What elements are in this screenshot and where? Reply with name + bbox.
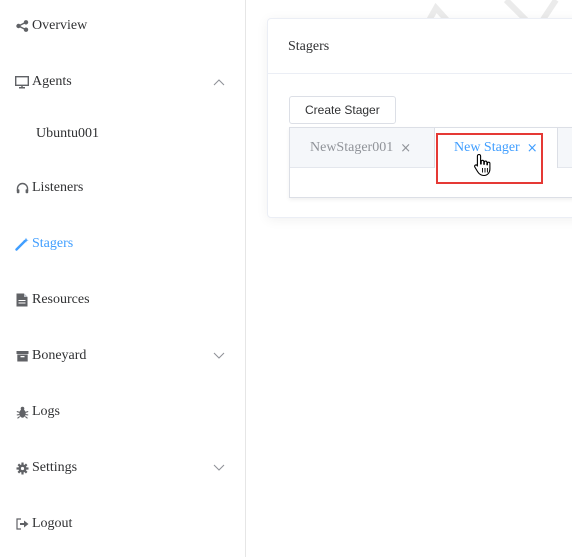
chevron-up-icon[interactable] xyxy=(213,78,225,86)
sidebar-subitem-ubuntu001[interactable]: Ubuntu001 xyxy=(0,114,245,154)
tab-newstager001[interactable]: NewStager001 × xyxy=(290,128,431,168)
stager-tabs: NewStager001 × New Stager × xyxy=(289,127,572,198)
sidebar-item-stagers[interactable]: Stagers xyxy=(0,224,245,264)
monitor-icon xyxy=(15,75,29,89)
tabs-header: NewStager001 × New Stager × xyxy=(290,128,572,168)
sidebar-item-listeners[interactable]: Listeners xyxy=(0,168,245,208)
app-root: Overview Agents Ubuntu001 Listeners Stag… xyxy=(0,0,572,557)
sidebar-item-label: Resources xyxy=(32,292,90,307)
sidebar-item-label: Settings xyxy=(32,460,78,475)
sidebar-item-settings[interactable]: Settings xyxy=(0,448,245,488)
sidebar-item-label: Stagers xyxy=(32,236,74,251)
tab-new-stager[interactable]: New Stager × xyxy=(434,128,558,168)
sidebar-item-agents[interactable]: Agents xyxy=(0,62,245,102)
tab-label: NewStager001 xyxy=(310,140,394,155)
create-stager-button[interactable]: Create Stager xyxy=(289,96,396,124)
sidebar: Overview Agents Ubuntu001 Listeners Stag… xyxy=(0,0,246,557)
page-title: Stagers xyxy=(288,39,330,54)
close-icon[interactable]: × xyxy=(527,141,538,156)
sidebar-item-label: Agents xyxy=(32,74,72,89)
sidebar-item-overview[interactable]: Overview xyxy=(0,6,245,46)
logout-icon xyxy=(15,517,29,531)
sidebar-item-label: Logs xyxy=(32,404,60,419)
sidebar-item-label: Ubuntu001 xyxy=(36,126,99,141)
chevron-down-icon[interactable] xyxy=(213,352,225,360)
hand-pointer-icon xyxy=(474,153,491,177)
bug-icon xyxy=(15,405,29,419)
sidebar-item-label: Logout xyxy=(32,516,73,531)
sidebar-item-boneyard[interactable]: Boneyard xyxy=(0,336,245,376)
sidebar-item-logout[interactable]: Logout xyxy=(0,504,245,544)
sidebar-item-label: Listeners xyxy=(32,180,84,195)
stagers-card: Stagers Create Stager NewStager001 × New… xyxy=(267,18,572,218)
box-icon xyxy=(15,349,29,363)
document-icon xyxy=(15,293,29,307)
gear-icon xyxy=(15,461,29,475)
close-icon[interactable]: × xyxy=(400,141,411,156)
share-icon xyxy=(15,19,29,33)
magic-wand-icon xyxy=(15,237,29,251)
chevron-down-icon[interactable] xyxy=(213,464,225,472)
card-header: Stagers xyxy=(268,19,572,74)
sidebar-item-logs[interactable]: Logs xyxy=(0,392,245,432)
sidebar-item-label: Boneyard xyxy=(32,348,87,363)
sidebar-item-label: Overview xyxy=(32,18,88,33)
headset-icon xyxy=(15,181,29,195)
sidebar-item-resources[interactable]: Resources xyxy=(0,280,245,320)
